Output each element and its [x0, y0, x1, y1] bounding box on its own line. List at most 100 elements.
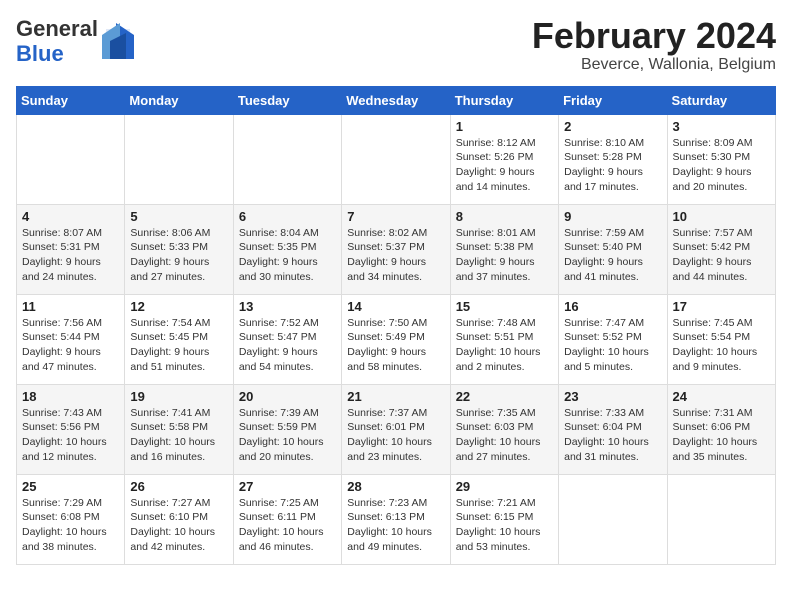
- calendar-cell: [342, 114, 450, 204]
- day-number: 9: [564, 209, 661, 224]
- cell-content: Sunrise: 7:29 AM Sunset: 6:08 PM Dayligh…: [22, 496, 119, 555]
- calendar-cell: 1 Sunrise: 8:12 AM Sunset: 5:26 PM Daylig…: [450, 114, 558, 204]
- day-number: 2: [564, 119, 661, 134]
- day-number: 23: [564, 389, 661, 404]
- cell-content: Sunrise: 7:25 AM Sunset: 6:11 PM Dayligh…: [239, 496, 336, 555]
- day-number: 3: [673, 119, 770, 134]
- cell-content: Sunrise: 7:45 AM Sunset: 5:54 PM Dayligh…: [673, 316, 770, 375]
- day-number: 22: [456, 389, 553, 404]
- calendar-cell: 20 Sunrise: 7:39 AM Sunset: 5:59 PM Dayli…: [233, 384, 341, 474]
- calendar-cell: 24Sunrise: 7:31 AM Sunset: 6:06 PM Dayli…: [667, 384, 775, 474]
- cell-content: Sunrise: 7:35 AM Sunset: 6:03 PM Dayligh…: [456, 406, 553, 465]
- calendar-table: SundayMondayTuesdayWednesdayThursdayFrid…: [16, 86, 776, 565]
- day-number: 20: [239, 389, 336, 404]
- calendar-cell: [125, 114, 233, 204]
- calendar-cell: 5 Sunrise: 8:06 AM Sunset: 5:33 PM Daylig…: [125, 204, 233, 294]
- cell-content: Sunrise: 7:39 AM Sunset: 5:59 PM Dayligh…: [239, 406, 336, 465]
- cell-content: Sunrise: 8:10 AM Sunset: 5:28 PM Dayligh…: [564, 136, 661, 195]
- calendar-cell: 7Sunrise: 8:02 AM Sunset: 5:37 PM Daylig…: [342, 204, 450, 294]
- calendar-cell: 18 Sunrise: 7:43 AM Sunset: 5:56 PM Dayli…: [17, 384, 125, 474]
- calendar-cell: [233, 114, 341, 204]
- day-number: 26: [130, 479, 227, 494]
- day-number: 25: [22, 479, 119, 494]
- cell-content: Sunrise: 7:52 AM Sunset: 5:47 PM Dayligh…: [239, 316, 336, 375]
- calendar-cell: 6Sunrise: 8:04 AM Sunset: 5:35 PM Daylig…: [233, 204, 341, 294]
- week-row-5: 25 Sunrise: 7:29 AM Sunset: 6:08 PM Dayli…: [17, 474, 776, 564]
- day-number: 8: [456, 209, 553, 224]
- day-number: 10: [673, 209, 770, 224]
- calendar-cell: [667, 474, 775, 564]
- day-number: 15: [456, 299, 553, 314]
- day-number: 13: [239, 299, 336, 314]
- day-number: 29: [456, 479, 553, 494]
- cell-content: Sunrise: 7:47 AM Sunset: 5:52 PM Dayligh…: [564, 316, 661, 375]
- day-number: 28: [347, 479, 444, 494]
- cell-content: Sunrise: 7:33 AM Sunset: 6:04 PM Dayligh…: [564, 406, 661, 465]
- cell-content: Sunrise: 8:06 AM Sunset: 5:33 PM Dayligh…: [130, 226, 227, 285]
- day-number: 27: [239, 479, 336, 494]
- cell-content: Sunrise: 7:23 AM Sunset: 6:13 PM Dayligh…: [347, 496, 444, 555]
- calendar-cell: 15Sunrise: 7:48 AM Sunset: 5:51 PM Dayli…: [450, 294, 558, 384]
- calendar-cell: 11Sunrise: 7:56 AM Sunset: 5:44 PM Dayli…: [17, 294, 125, 384]
- calendar-cell: 23 Sunrise: 7:33 AM Sunset: 6:04 PM Dayli…: [559, 384, 667, 474]
- header-day-tuesday: Tuesday: [233, 86, 341, 114]
- calendar-body: 1 Sunrise: 8:12 AM Sunset: 5:26 PM Daylig…: [17, 114, 776, 564]
- calendar-header: SundayMondayTuesdayWednesdayThursdayFrid…: [17, 86, 776, 114]
- day-number: 21: [347, 389, 444, 404]
- calendar-cell: 22 Sunrise: 7:35 AM Sunset: 6:03 PM Dayli…: [450, 384, 558, 474]
- calendar-cell: 9 Sunrise: 7:59 AM Sunset: 5:40 PM Daylig…: [559, 204, 667, 294]
- week-row-1: 1 Sunrise: 8:12 AM Sunset: 5:26 PM Daylig…: [17, 114, 776, 204]
- cell-content: Sunrise: 8:04 AM Sunset: 5:35 PM Dayligh…: [239, 226, 336, 285]
- cell-content: Sunrise: 7:27 AM Sunset: 6:10 PM Dayligh…: [130, 496, 227, 555]
- calendar-subtitle: Beverce, Wallonia, Belgium: [532, 56, 776, 74]
- calendar-cell: 21 Sunrise: 7:37 AM Sunset: 6:01 PM Dayli…: [342, 384, 450, 474]
- cell-content: Sunrise: 7:43 AM Sunset: 5:56 PM Dayligh…: [22, 406, 119, 465]
- calendar-cell: 26 Sunrise: 7:27 AM Sunset: 6:10 PM Dayli…: [125, 474, 233, 564]
- calendar-cell: 8 Sunrise: 8:01 AM Sunset: 5:38 PM Daylig…: [450, 204, 558, 294]
- cell-content: Sunrise: 7:59 AM Sunset: 5:40 PM Dayligh…: [564, 226, 661, 285]
- cell-content: Sunrise: 7:37 AM Sunset: 6:01 PM Dayligh…: [347, 406, 444, 465]
- calendar-cell: 4 Sunrise: 8:07 AM Sunset: 5:31 PM Daylig…: [17, 204, 125, 294]
- day-number: 14: [347, 299, 444, 314]
- day-number: 19: [130, 389, 227, 404]
- cell-content: Sunrise: 7:57 AM Sunset: 5:42 PM Dayligh…: [673, 226, 770, 285]
- calendar-cell: 29 Sunrise: 7:21 AM Sunset: 6:15 PM Dayli…: [450, 474, 558, 564]
- week-row-4: 18 Sunrise: 7:43 AM Sunset: 5:56 PM Dayli…: [17, 384, 776, 474]
- cell-content: Sunrise: 7:54 AM Sunset: 5:45 PM Dayligh…: [130, 316, 227, 375]
- cell-content: Sunrise: 7:21 AM Sunset: 6:15 PM Dayligh…: [456, 496, 553, 555]
- cell-content: Sunrise: 8:09 AM Sunset: 5:30 PM Dayligh…: [673, 136, 770, 195]
- calendar-cell: [17, 114, 125, 204]
- day-number: 1: [456, 119, 553, 134]
- header-day-wednesday: Wednesday: [342, 86, 450, 114]
- logo-blue-text: Blue: [16, 41, 98, 66]
- calendar-title: February 2024: [532, 16, 776, 56]
- header-day-monday: Monday: [125, 86, 233, 114]
- logo: General Blue: [16, 16, 134, 67]
- calendar-cell: 19Sunrise: 7:41 AM Sunset: 5:58 PM Dayli…: [125, 384, 233, 474]
- header-day-saturday: Saturday: [667, 86, 775, 114]
- calendar-cell: 3 Sunrise: 8:09 AM Sunset: 5:30 PM Daylig…: [667, 114, 775, 204]
- logo-icon: [102, 21, 134, 61]
- calendar-cell: 13 Sunrise: 7:52 AM Sunset: 5:47 PM Dayli…: [233, 294, 341, 384]
- calendar-title-area: February 2024 Beverce, Wallonia, Belgium: [532, 16, 776, 74]
- calendar-cell: 14Sunrise: 7:50 AM Sunset: 5:49 PM Dayli…: [342, 294, 450, 384]
- day-number: 4: [22, 209, 119, 224]
- header-day-sunday: Sunday: [17, 86, 125, 114]
- day-number: 18: [22, 389, 119, 404]
- cell-content: Sunrise: 8:12 AM Sunset: 5:26 PM Dayligh…: [456, 136, 553, 195]
- week-row-2: 4 Sunrise: 8:07 AM Sunset: 5:31 PM Daylig…: [17, 204, 776, 294]
- header-day-friday: Friday: [559, 86, 667, 114]
- day-number: 24: [673, 389, 770, 404]
- calendar-cell: 25 Sunrise: 7:29 AM Sunset: 6:08 PM Dayli…: [17, 474, 125, 564]
- logo-general-text: General: [16, 16, 98, 41]
- day-number: 12: [130, 299, 227, 314]
- calendar-cell: 10 Sunrise: 7:57 AM Sunset: 5:42 PM Dayli…: [667, 204, 775, 294]
- calendar-cell: 16Sunrise: 7:47 AM Sunset: 5:52 PM Dayli…: [559, 294, 667, 384]
- header-day-thursday: Thursday: [450, 86, 558, 114]
- header-row: SundayMondayTuesdayWednesdayThursdayFrid…: [17, 86, 776, 114]
- day-number: 5: [130, 209, 227, 224]
- week-row-3: 11Sunrise: 7:56 AM Sunset: 5:44 PM Dayli…: [17, 294, 776, 384]
- calendar-cell: 2 Sunrise: 8:10 AM Sunset: 5:28 PM Daylig…: [559, 114, 667, 204]
- cell-content: Sunrise: 8:01 AM Sunset: 5:38 PM Dayligh…: [456, 226, 553, 285]
- cell-content: Sunrise: 8:07 AM Sunset: 5:31 PM Dayligh…: [22, 226, 119, 285]
